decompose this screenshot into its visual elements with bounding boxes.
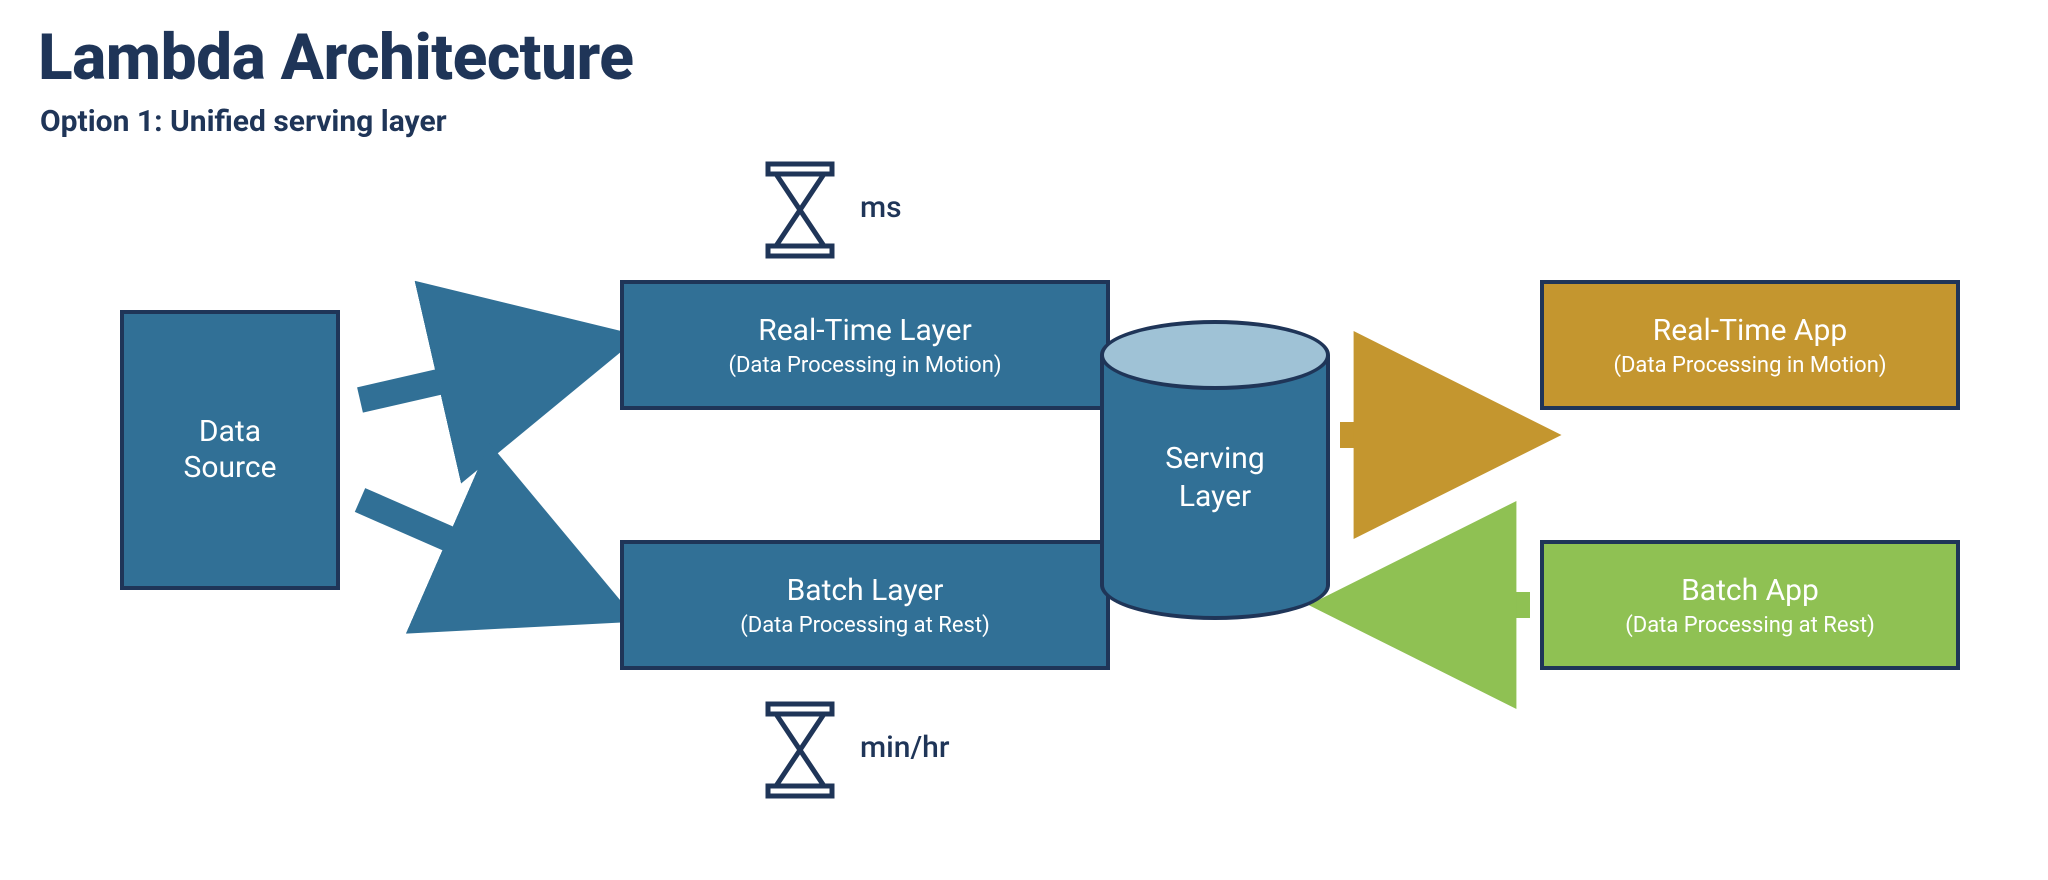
- node-batch-app: Batch App (Data Processing at Rest): [1540, 540, 1960, 670]
- node-serving-layer-label: Serving Layer: [1100, 440, 1330, 515]
- timing-bottom-label: min/hr: [860, 730, 949, 765]
- cylinder-top: [1100, 320, 1330, 390]
- node-batch-layer-label: Batch Layer: [787, 573, 944, 609]
- arrow-ds-to-rt: [360, 345, 600, 400]
- node-data-source-label: Data Source: [184, 414, 277, 486]
- node-realtime-layer: Real-Time Layer (Data Processing in Moti…: [620, 280, 1110, 410]
- page-title: Lambda Architecture: [38, 20, 633, 95]
- hourglass-icon: [760, 160, 840, 250]
- node-batch-layer-sub: (Data Processing at Rest): [740, 613, 989, 638]
- cylinder-bottom: [1100, 550, 1330, 620]
- node-realtime-layer-label: Real-Time Layer: [758, 313, 972, 349]
- node-realtime-app-sub: (Data Processing in Motion): [1613, 353, 1886, 378]
- node-batch-app-sub: (Data Processing at Rest): [1625, 613, 1874, 638]
- timing-top-label: ms: [860, 190, 902, 225]
- node-realtime-app: Real-Time App (Data Processing in Motion…: [1540, 280, 1960, 410]
- hourglass-icon: [760, 700, 840, 790]
- node-serving-layer: Serving Layer: [1100, 320, 1330, 620]
- page-subtitle: Option 1: Unified serving layer: [40, 104, 447, 139]
- arrow-ds-to-batch: [360, 500, 600, 605]
- node-data-source: Data Source: [120, 310, 340, 590]
- node-batch-layer: Batch Layer (Data Processing at Rest): [620, 540, 1110, 670]
- node-realtime-app-label: Real-Time App: [1653, 313, 1847, 349]
- node-realtime-layer-sub: (Data Processing in Motion): [728, 353, 1001, 378]
- node-batch-app-label: Batch App: [1681, 573, 1819, 609]
